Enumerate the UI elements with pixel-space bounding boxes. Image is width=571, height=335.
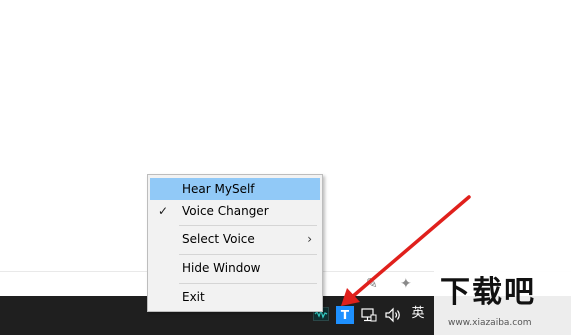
menu-item-hear-myself[interactable]: Hear MySelf	[150, 178, 320, 200]
menu-item-label: Hear MySelf	[182, 182, 255, 196]
menu-item-hide-window[interactable]: Hide Window	[150, 257, 320, 279]
t-app-icon[interactable]: T	[336, 306, 354, 324]
pin-icon: ✎	[366, 276, 378, 292]
menu-item-label: Exit	[182, 290, 205, 304]
note-icon: ✦	[400, 276, 412, 292]
menu-separator	[179, 225, 317, 226]
network-icon[interactable]	[360, 306, 378, 324]
menu-item-label: Voice Changer	[182, 204, 269, 218]
menu-item-select-voice[interactable]: Select Voice ›	[150, 228, 320, 250]
menu-separator	[179, 254, 317, 255]
watermark-url: www.xiazaiba.com	[448, 318, 532, 328]
ime-indicator[interactable]: 英	[409, 305, 427, 323]
menu-item-label: Hide Window	[182, 261, 261, 275]
submenu-arrow-icon: ›	[307, 232, 312, 246]
menu-item-voice-changer[interactable]: ✓ Voice Changer	[150, 200, 320, 222]
watermark-brand: 下载吧	[440, 275, 536, 310]
checkmark-icon: ✓	[158, 204, 169, 218]
menu-item-label: Select Voice	[182, 232, 255, 246]
tray-context-menu: Hear MySelf ✓ Voice Changer Select Voice…	[147, 174, 323, 312]
menu-separator	[179, 283, 317, 284]
volume-icon[interactable]	[384, 306, 404, 324]
watermark: 下载吧 www.xiazaiba.com	[434, 270, 571, 335]
menu-item-exit[interactable]: Exit	[150, 286, 320, 308]
